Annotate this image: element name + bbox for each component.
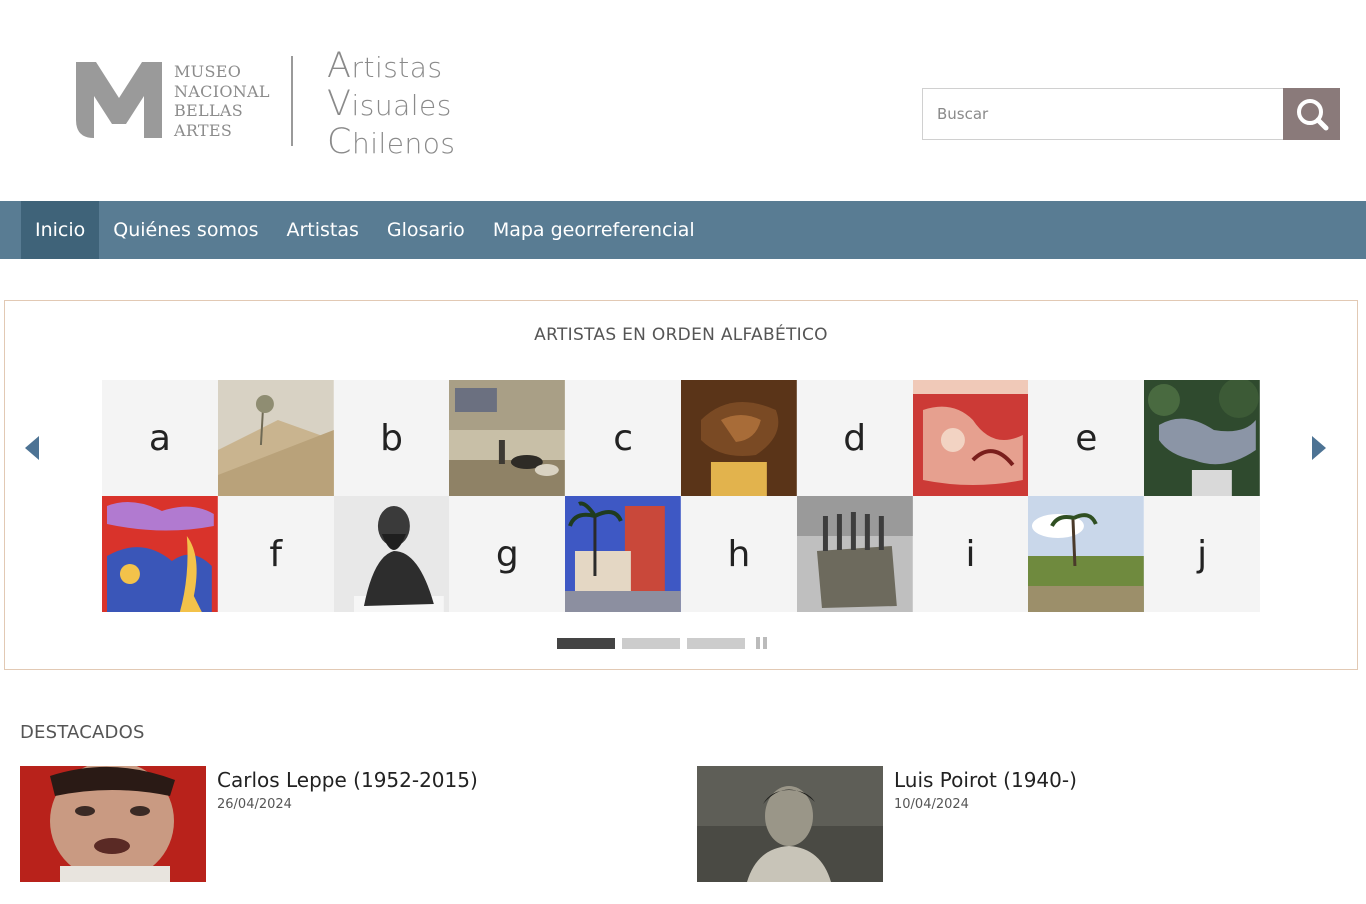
pause-icon[interactable] xyxy=(756,637,770,649)
letter-label: b xyxy=(380,417,403,459)
bearded-bust-sculpture-image xyxy=(333,496,450,612)
site-name-initial: V xyxy=(327,84,352,124)
pagination-dot-1[interactable] xyxy=(557,637,615,649)
search-bar xyxy=(922,88,1340,140)
letter-tile-c[interactable]: c xyxy=(565,380,681,496)
carousel-pagination xyxy=(557,637,770,649)
site-name-line: Chilenos xyxy=(327,124,455,162)
city-palms-painting-image xyxy=(565,496,681,612)
site-name: Artistas Visuales Chilenos xyxy=(327,48,455,162)
main-nav: Inicio Quiénes somos Artistas Glosario M… xyxy=(0,201,1366,259)
palm-landscape-painting-image xyxy=(1028,496,1145,612)
letter-label: g xyxy=(495,533,519,575)
artwork-thumb[interactable] xyxy=(565,496,681,612)
featured-name[interactable]: Carlos Leppe (1952-2015) xyxy=(217,768,478,792)
letter-tile-b[interactable]: b xyxy=(333,380,450,496)
site-name-rest: hilenos xyxy=(351,127,456,160)
letter-label: a xyxy=(148,417,171,459)
letter-label: f xyxy=(269,533,283,575)
letter-tile-d[interactable]: d xyxy=(796,380,913,496)
artwork-thumb[interactable] xyxy=(333,496,450,612)
letter-tile-f[interactable]: f xyxy=(217,496,334,612)
letter-tile-j[interactable]: j xyxy=(1144,496,1260,612)
letter-label: e xyxy=(1075,417,1098,459)
face-red-photo-image xyxy=(20,766,206,882)
site-name-initial: C xyxy=(327,122,352,162)
letter-tile-h[interactable]: h xyxy=(680,496,797,612)
featured-item[interactable]: Carlos Leppe (1952-2015) 26/04/2024 xyxy=(20,766,580,882)
alphabet-carousel: ARTISTAS EN ORDEN ALFABÉTICO a b c d e f… xyxy=(4,300,1358,670)
nav-item-artistas[interactable]: Artistas xyxy=(272,201,372,259)
letter-tile-g[interactable]: g xyxy=(449,496,566,612)
triangle-left-icon[interactable] xyxy=(23,434,43,462)
alphabet-grid: a b c d e f g h i j xyxy=(102,380,1260,612)
search-button[interactable] xyxy=(1283,88,1340,140)
artwork-thumb[interactable] xyxy=(449,380,566,496)
featured-section-title: DESTACADOS xyxy=(20,722,145,743)
letter-tile-a[interactable]: a xyxy=(102,380,218,496)
red-mural-image xyxy=(912,380,1029,496)
logo-divider xyxy=(291,56,293,146)
letter-label: i xyxy=(965,533,976,575)
nav-item-inicio[interactable]: Inicio xyxy=(21,201,100,259)
featured-thumb[interactable] xyxy=(697,766,883,882)
colorful-abstract-image xyxy=(102,496,218,612)
artwork-thumb[interactable] xyxy=(1028,496,1145,612)
letter-label: j xyxy=(1197,533,1208,575)
pagination-dot-2[interactable] xyxy=(622,637,680,649)
nav-item-glosario[interactable]: Glosario xyxy=(373,201,479,259)
carousel-title: ARTISTAS EN ORDEN ALFABÉTICO xyxy=(534,325,828,345)
portrait-bw-photo-image xyxy=(697,766,883,882)
featured-date: 26/04/2024 xyxy=(217,797,292,812)
letter-tile-e[interactable]: e xyxy=(1028,380,1145,496)
site-name-initial: A xyxy=(327,46,352,86)
artwork-thumb[interactable] xyxy=(680,380,797,496)
letter-label: d xyxy=(843,417,867,459)
site-name-line: Artistas xyxy=(327,48,455,86)
site-header: MUSEO NACIONAL BELLAS ARTES Artistas Vis… xyxy=(0,0,1366,201)
pagination-dot-3[interactable] xyxy=(687,637,745,649)
letter-tile-i[interactable]: i xyxy=(912,496,1029,612)
nav-item-mapa[interactable]: Mapa georreferencial xyxy=(479,201,709,259)
site-name-line: Visuales xyxy=(327,86,455,124)
museum-name-line: BELLAS xyxy=(174,101,244,120)
museum-name-line: MUSEO xyxy=(174,62,242,81)
featured-item[interactable]: Luis Poirot (1940-) 10/04/2024 xyxy=(697,766,1257,882)
museum-name-line: ARTES xyxy=(174,120,233,140)
featured-date: 10/04/2024 xyxy=(894,797,969,812)
site-name-rest: rtistas xyxy=(351,51,443,84)
metal-figure-sculpture-image xyxy=(1144,380,1260,496)
site-logo[interactable]: MUSEO NACIONAL BELLAS ARTES Artistas Vis… xyxy=(74,48,455,160)
site-name-rest: isuales xyxy=(351,89,452,122)
landscape-tree-image xyxy=(217,380,334,496)
artwork-thumb[interactable] xyxy=(1144,380,1260,496)
figures-cube-sculpture-image xyxy=(796,496,913,612)
artwork-thumb[interactable] xyxy=(102,496,218,612)
featured-name[interactable]: Luis Poirot (1940-) xyxy=(894,768,1077,792)
museum-name: MUSEO NACIONAL BELLAS ARTES xyxy=(174,62,270,140)
bronze-sculpture-image xyxy=(680,380,797,496)
artwork-thumb[interactable] xyxy=(796,496,913,612)
search-input[interactable] xyxy=(922,88,1284,140)
letter-label: h xyxy=(727,533,751,575)
museum-m-logo-icon xyxy=(76,62,162,138)
triangle-right-icon[interactable] xyxy=(1308,434,1328,462)
letter-label: c xyxy=(613,417,633,459)
museum-name-line: NACIONAL xyxy=(174,81,270,101)
search-icon xyxy=(1296,99,1328,131)
featured-thumb[interactable] xyxy=(20,766,206,882)
nav-item-quienes-somos[interactable]: Quiénes somos xyxy=(99,201,272,259)
artwork-thumb[interactable] xyxy=(912,380,1029,496)
farm-animals-image xyxy=(449,380,566,496)
artwork-thumb[interactable] xyxy=(217,380,334,496)
